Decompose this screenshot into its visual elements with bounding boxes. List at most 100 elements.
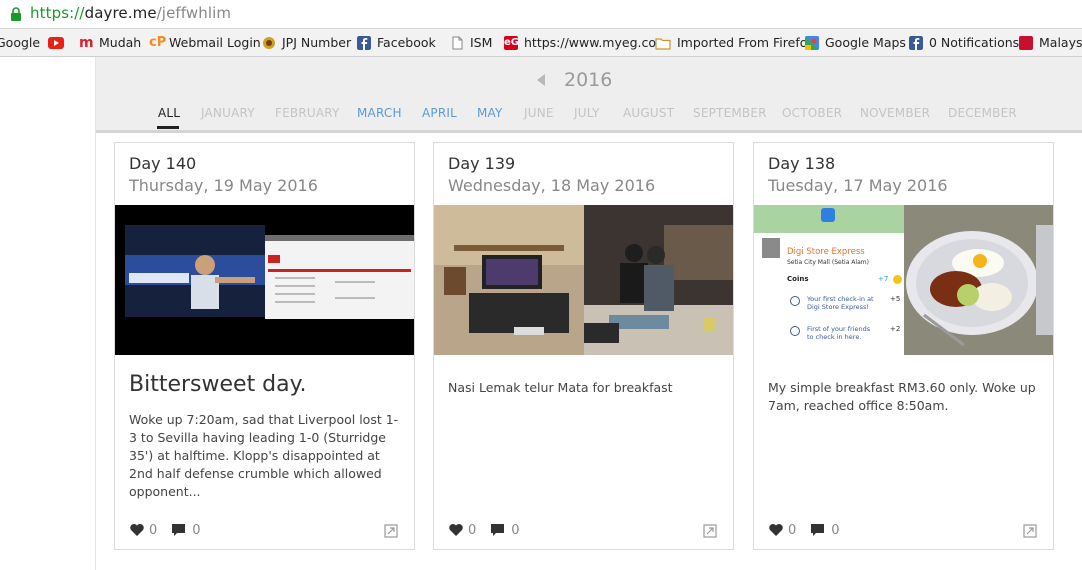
year-label: 2016 — [564, 69, 613, 91]
post-photo[interactable] — [434, 205, 733, 355]
map-strip — [754, 205, 904, 233]
post-title: Bittersweet day. — [129, 372, 307, 397]
bookmark-label: Malaysia — [1039, 35, 1082, 50]
tab-january[interactable]: JANUARY — [201, 106, 255, 120]
comment-icon[interactable] — [171, 523, 186, 537]
bookmark-label: 0 Notifications — [929, 35, 1020, 50]
bookmark-label: Facebook — [377, 35, 436, 50]
heart-icon[interactable] — [768, 523, 784, 537]
bookmark-label: Imported From Firefo — [677, 35, 808, 50]
tab-march[interactable]: MARCH — [357, 106, 402, 120]
url-text[interactable]: https://dayre.me/jeffwhlim — [30, 4, 231, 22]
comment-count: 0 — [831, 522, 840, 538]
post-date: Tuesday, 17 May 2016 — [768, 176, 948, 195]
tab-december[interactable]: DECEMBER — [948, 106, 1017, 120]
post-card-day-140[interactable]: Day 140 Thursday, 19 May 2016 Bitterswee… — [114, 142, 415, 550]
post-card-day-139[interactable]: Day 139 Wednesday, 18 May 2016 Nasi Lema… — [433, 142, 734, 550]
bookmark-google[interactable]: Google — [0, 34, 40, 52]
post-card-day-138[interactable]: Day 138 Tuesday, 17 May 2016 Digi Store … — [753, 142, 1054, 550]
heart-icon[interactable] — [448, 523, 464, 537]
previous-year-arrow-icon[interactable] — [537, 74, 545, 86]
tab-july[interactable]: JULY — [574, 106, 600, 120]
reward-first-friend-value: +2 — [890, 325, 901, 333]
url-path: /jeffwhlim — [156, 4, 232, 22]
address-bar[interactable]: https://dayre.me/jeffwhlim — [0, 0, 1082, 29]
reward-first-checkin: Your first check-in at Digi Store Expres… — [807, 295, 874, 311]
share-icon[interactable] — [703, 524, 717, 538]
bookmark-ism[interactable]: ISM — [450, 34, 492, 52]
tab-november[interactable]: NOVEMBER — [860, 106, 930, 120]
google-maps-icon — [805, 36, 819, 50]
like-count: 0 — [788, 522, 797, 538]
facebook-icon — [909, 36, 923, 50]
comment-icon[interactable] — [490, 523, 505, 537]
tab-october[interactable]: OCTOBER — [782, 106, 842, 120]
like-count: 0 — [149, 522, 158, 538]
bookmark-facebook-notifications[interactable]: 0 Notifications — [909, 34, 1019, 52]
post-actions: 0 0 — [768, 521, 854, 539]
post-photo[interactable] — [115, 205, 414, 355]
page-icon — [452, 36, 463, 50]
bookmark-label: Google — [0, 35, 41, 50]
checkin-screenshot: Digi Store Express Setia City Mall (Seti… — [754, 205, 904, 355]
news-icon — [1019, 36, 1033, 50]
bookmark-malaysia[interactable]: Malaysia — [1019, 34, 1082, 52]
post-day-number: Day 139 — [448, 154, 516, 173]
month-tabs: ALL JANUARY FEBRUARY MARCH APRIL MAY JUN… — [96, 104, 1082, 130]
tab-september[interactable]: SEPTEMBER — [693, 106, 767, 120]
share-icon[interactable] — [384, 524, 398, 538]
bookmark-mudah[interactable]: m Mudah — [79, 34, 141, 52]
bookmark-jpj-number[interactable]: JPJ Number — [262, 34, 351, 52]
checkin-address: Setia City Mall (Setia Alam) — [787, 259, 869, 266]
nasi-lemak-image — [904, 205, 1053, 355]
lock-icon — [11, 7, 21, 21]
bookmark-label: Webmail Login — [169, 35, 261, 50]
tab-all[interactable]: ALL — [158, 106, 180, 120]
jpj-crest-icon — [263, 37, 275, 49]
reward-first-checkin-value: +5 — [890, 295, 901, 303]
post-day-number: Day 138 — [768, 154, 836, 173]
facebook-icon — [357, 36, 371, 50]
url-protocol: https:// — [30, 4, 85, 22]
page-left-border — [95, 57, 96, 570]
coin-icon — [893, 275, 902, 284]
bookmark-label: ISM — [470, 35, 493, 50]
myeg-icon: eG — [504, 36, 519, 50]
timeline-header: 2016 ALL JANUARY FEBRUARY MARCH APRIL MA… — [96, 57, 1082, 133]
avatar — [762, 238, 780, 258]
tab-april[interactable]: APRIL — [422, 106, 457, 120]
year-selector: 2016 — [96, 69, 1082, 95]
reward-badge-icon — [790, 296, 800, 306]
post-photo[interactable]: Digi Store Express Setia City Mall (Seti… — [754, 205, 1053, 355]
bookmark-label: JPJ Number — [282, 35, 352, 50]
comment-icon[interactable] — [810, 523, 825, 537]
comment-count: 0 — [192, 522, 201, 538]
tab-may[interactable]: MAY — [477, 106, 503, 120]
post-actions: 0 0 — [129, 521, 215, 539]
badminton-tv-image — [115, 205, 414, 355]
comment-count: 0 — [511, 522, 520, 538]
bookmark-youtube[interactable] — [48, 34, 70, 52]
checkin-place: Digi Store Express — [787, 247, 865, 257]
tab-august[interactable]: AUGUST — [623, 106, 674, 120]
share-icon[interactable] — [1023, 524, 1037, 538]
heart-icon[interactable] — [129, 523, 145, 537]
coins-label: Coins — [787, 275, 809, 283]
like-count: 0 — [468, 522, 477, 538]
post-excerpt: Woke up 7:20am, sad that Liverpool lost … — [129, 412, 399, 499]
folder-icon — [655, 38, 671, 50]
cpanel-icon: cP — [149, 35, 167, 50]
active-tab-underline — [157, 126, 179, 129]
bookmark-google-maps[interactable]: Google Maps — [805, 34, 906, 52]
youtube-icon — [48, 37, 64, 49]
reward-first-friend: First of your friends to check in here. — [807, 325, 871, 341]
coins-value: +7 — [878, 275, 889, 283]
bookmarks-bar: Google m Mudah cP Webmail Login JPJ Number… — [0, 29, 1082, 57]
bookmark-facebook[interactable]: Facebook — [357, 34, 436, 52]
bookmark-folder-imported[interactable]: Imported From Firefo — [655, 34, 807, 52]
tab-february[interactable]: FEBRUARY — [275, 106, 340, 120]
bookmark-webmail-login[interactable]: cP Webmail Login — [149, 34, 261, 52]
bookmark-myeg[interactable]: eG https://www.myeg.co — [504, 34, 656, 52]
tab-june[interactable]: JUNE — [524, 106, 554, 120]
url-host: dayre.me — [84, 4, 157, 22]
